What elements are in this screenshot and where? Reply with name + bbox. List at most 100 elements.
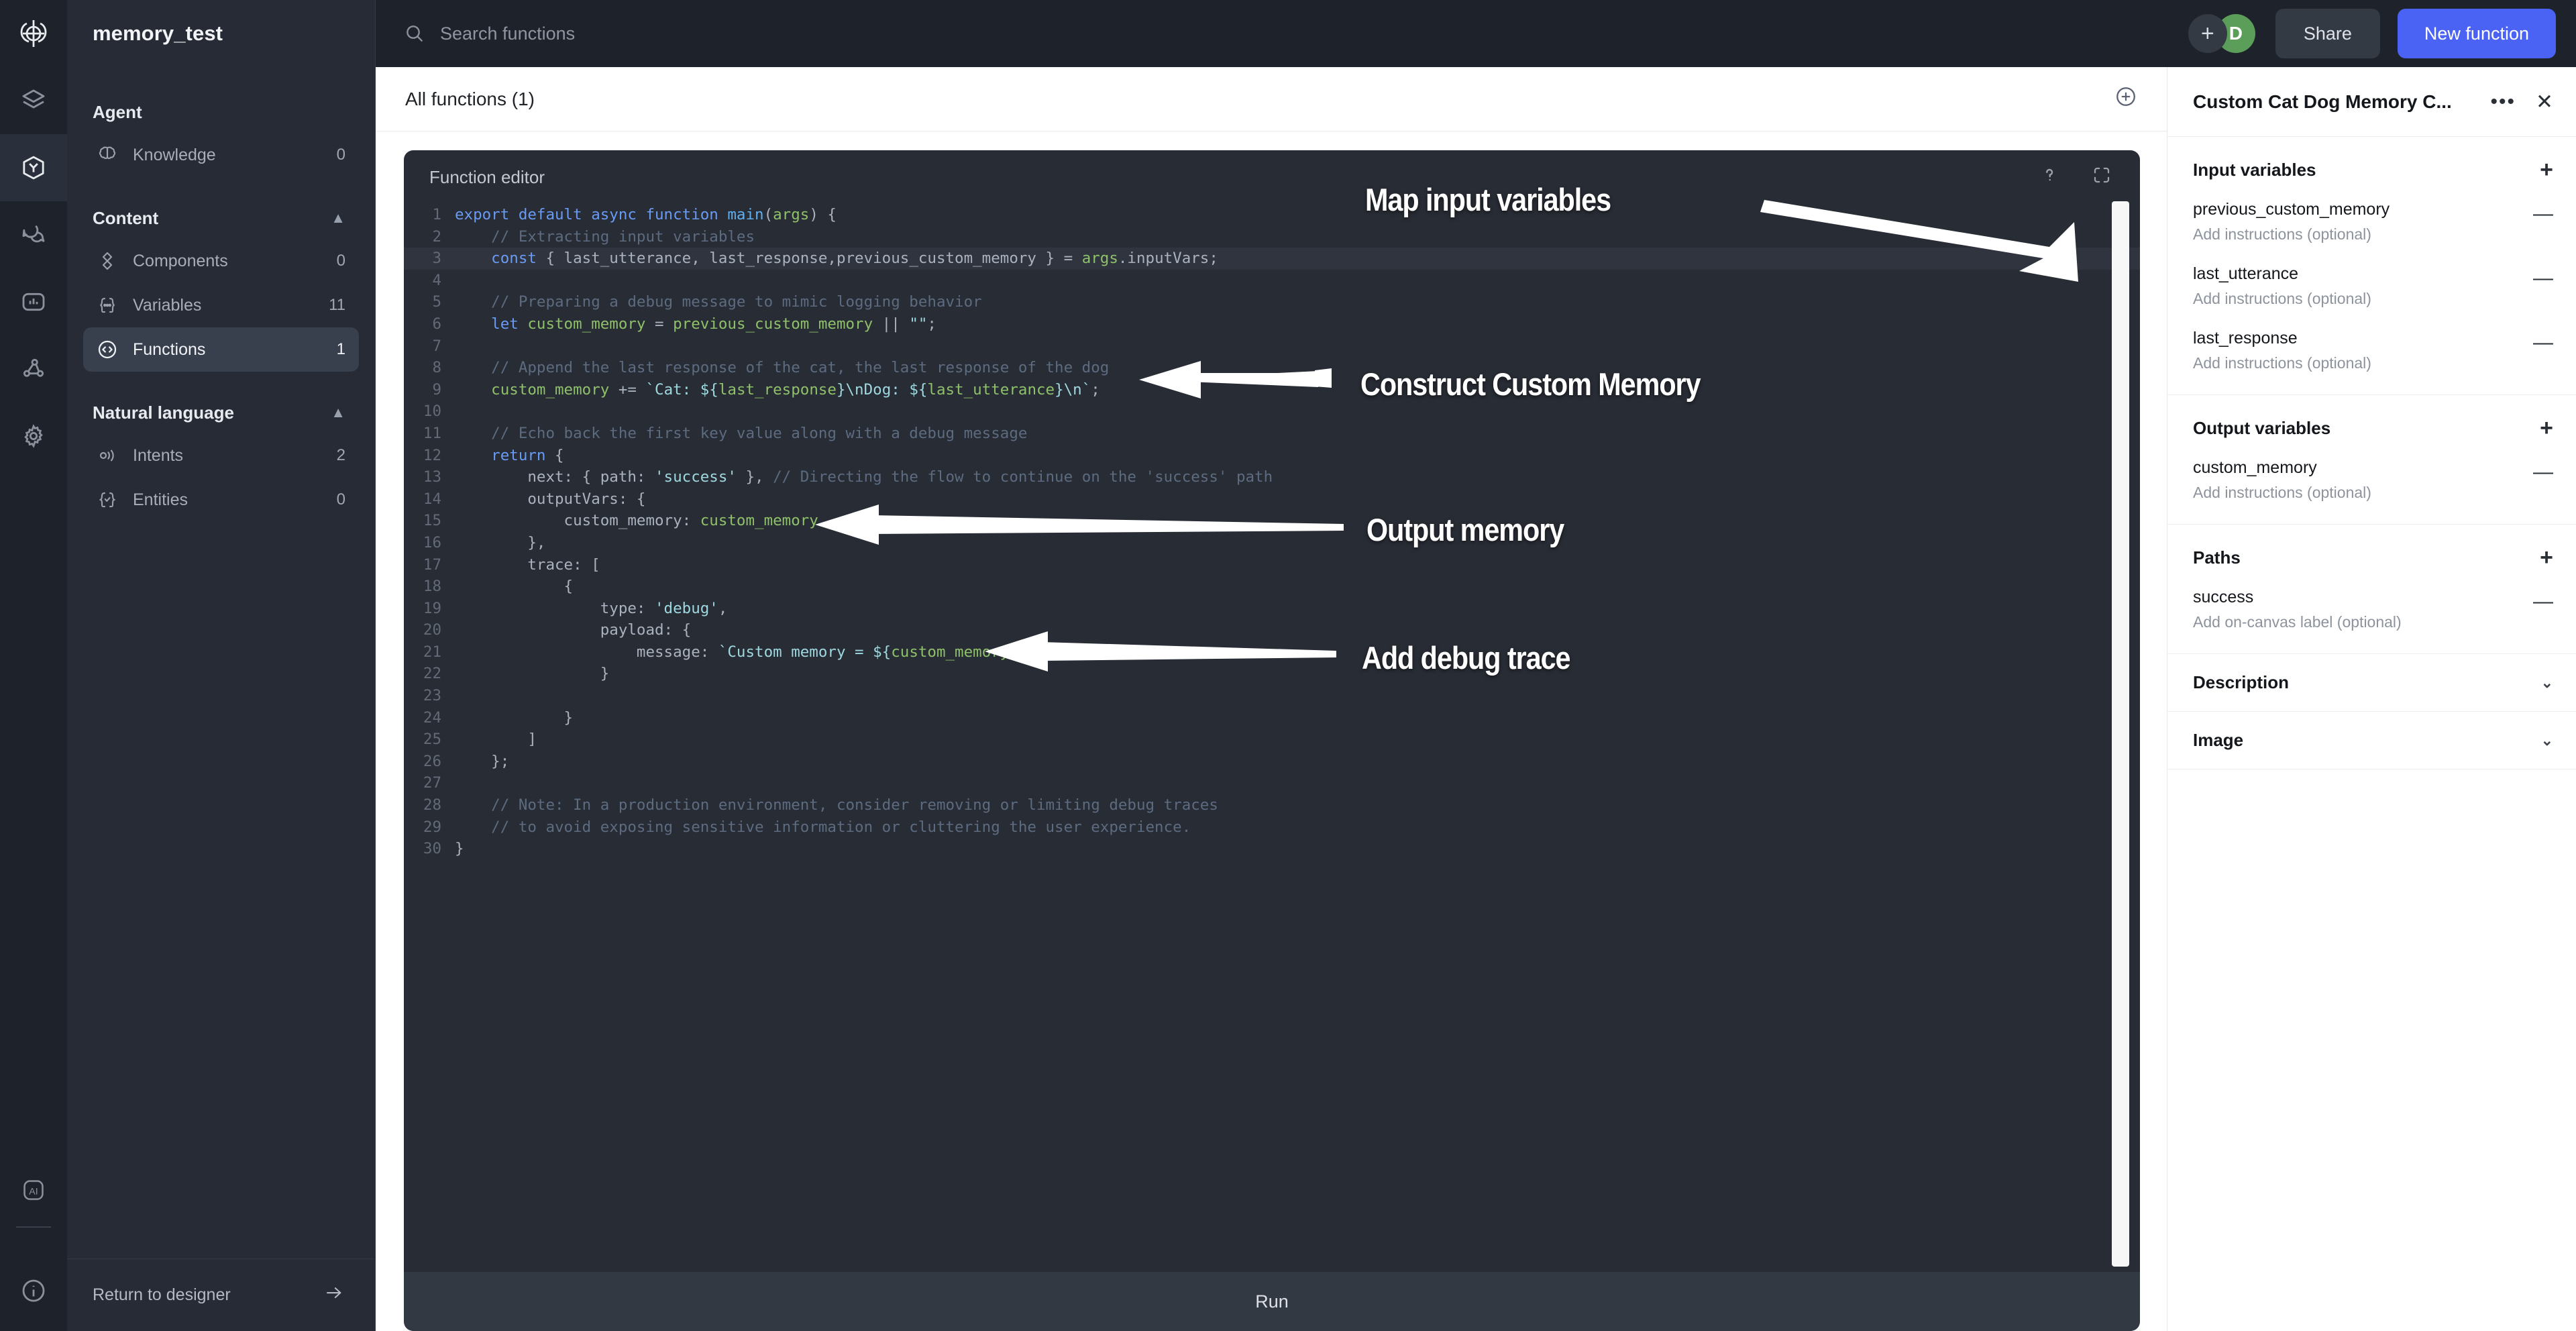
panel-section-header: Paths + [2193, 546, 2553, 569]
run-button[interactable]: Run [404, 1272, 2140, 1331]
code-editor[interactable]: 1 export default async function main(args… [404, 204, 2140, 1272]
line-number: 25 [423, 731, 441, 749]
code-line: 25 ] [404, 729, 2140, 751]
panel-row-instructions[interactable]: Add instructions (optional) [2193, 223, 2390, 246]
panel-row-instructions[interactable]: Add instructions (optional) [2193, 482, 2371, 504]
code-line-text: { [455, 578, 574, 596]
project-title: memory_test [93, 21, 223, 45]
line-number: 6 [432, 315, 441, 333]
sidebar-item-intents[interactable]: Intents 2 [83, 433, 359, 478]
minus-icon[interactable]: — [2533, 457, 2553, 484]
sidebar-item-count: 0 [336, 252, 345, 270]
sidebar-group-content[interactable]: Content ▲ [67, 197, 375, 239]
code-line: 18 { [404, 576, 2140, 598]
code-line: 2 // Extracting input variables [404, 226, 2140, 248]
question-mark-icon[interactable] [2039, 165, 2059, 190]
chevron-up-icon[interactable]: ▲ [331, 209, 345, 227]
sidebar-item-components[interactable]: Components 0 [83, 239, 359, 283]
close-icon[interactable]: ✕ [2526, 90, 2553, 114]
icon-rail: AI [0, 0, 67, 1331]
panel-sections: Input variables + previous_custom_memory Ad… [2167, 137, 2576, 655]
line-number: 19 [423, 599, 441, 617]
search-input[interactable] [440, 23, 843, 44]
line-number: 3 [432, 250, 441, 268]
line-number: 20 [423, 621, 441, 639]
minus-icon[interactable]: — [2533, 586, 2553, 613]
minus-icon[interactable]: — [2533, 327, 2553, 354]
panel-row-instructions[interactable]: Add on-canvas label (optional) [2193, 611, 2402, 633]
share-button[interactable]: Share [2275, 9, 2380, 58]
sidebar-item-knowledge[interactable]: Knowledge 0 [83, 133, 359, 177]
sidebar-item-functions[interactable]: Functions 1 [83, 327, 359, 372]
line-number: 26 [423, 752, 441, 770]
components-icon [97, 250, 127, 272]
rail-item-build[interactable] [0, 134, 67, 201]
rail-item-conversations[interactable] [0, 201, 67, 268]
new-function-button[interactable]: New function [2397, 9, 2556, 58]
info-circle-icon[interactable] [0, 1250, 67, 1331]
rail-item-integrations[interactable] [0, 335, 67, 403]
rail-item-settings[interactable] [0, 403, 67, 470]
plus-circle-icon[interactable] [2114, 85, 2137, 113]
panel-variable-row[interactable]: last_utterance Add instructions (optional… [2193, 263, 2553, 310]
ellipsis-icon[interactable]: ••• [2480, 91, 2527, 113]
sidebar-item-entities[interactable]: Entities 0 [83, 478, 359, 522]
function-editor-panel: Function editor 1 export default async f… [404, 150, 2140, 1331]
panel-collapsed-label: Image [2193, 730, 2244, 751]
rail-divider [16, 1226, 51, 1228]
code-line: 22 } [404, 663, 2140, 685]
minus-icon[interactable]: — [2533, 199, 2553, 225]
editor-header: Function editor [404, 150, 2140, 204]
add-collaborator-button[interactable]: + [2188, 14, 2227, 53]
panel-collapsed-section[interactable]: Image ⌄ [2167, 712, 2576, 770]
line-number: 24 [423, 708, 441, 727]
ai-badge-icon[interactable]: AI [0, 1157, 67, 1224]
search-container[interactable] [376, 23, 2188, 44]
code-line: 28 // Note: In a production environment,… [404, 794, 2140, 816]
code-line-text: ] [455, 731, 537, 749]
code-line: 24 } [404, 707, 2140, 729]
panel-row-name: last_utterance [2193, 264, 2299, 284]
panel-section-header: Output variables + [2193, 417, 2553, 439]
code-line-text: next: { path: 'success' }, // Directing … [455, 468, 1273, 486]
code-line-text: } [455, 665, 610, 683]
code-line: 5 // Preparing a debug message to mimic … [404, 291, 2140, 313]
sidebar-item-variables[interactable]: Variables 11 [83, 283, 359, 327]
sidebar-group-natural-language[interactable]: Natural language ▲ [67, 392, 375, 433]
return-to-designer-button[interactable]: Return to designer [67, 1259, 375, 1331]
code-line: 23 [404, 685, 2140, 707]
plus-icon[interactable]: + [2540, 546, 2553, 569]
rail-item-layers[interactable] [0, 67, 67, 134]
code-line-text: message: `Custom memory = ${custom_memor… [455, 643, 1028, 661]
panel-row-instructions[interactable]: Add instructions (optional) [2193, 352, 2371, 374]
app-root: AI memory_test Agent Knowledge 0 Content… [0, 0, 2576, 1331]
top-bar: + D Share New function [376, 0, 2576, 67]
panel-section-label: Paths [2193, 547, 2241, 568]
editor-scrollbar[interactable] [2112, 201, 2129, 1267]
panel-variable-row[interactable]: last_response Add instructions (optional)… [2193, 327, 2553, 374]
fullscreen-icon[interactable] [2092, 165, 2112, 190]
code-line-text: // Preparing a debug message to mimic lo… [455, 293, 982, 311]
panel-row-instructions[interactable]: Add instructions (optional) [2193, 288, 2371, 310]
plus-icon[interactable]: + [2540, 158, 2553, 181]
minus-icon[interactable]: — [2533, 263, 2553, 290]
panel-variable-row[interactable]: custom_memory Add instructions (optional)… [2193, 457, 2553, 504]
chevron-down-icon[interactable]: ⌄ [2541, 674, 2553, 692]
voiceflow-logo-icon[interactable] [0, 0, 67, 67]
rail-item-analytics[interactable] [0, 268, 67, 335]
code-line-text: }, [455, 533, 546, 551]
panel-collapsed-section[interactable]: Description ⌄ [2167, 654, 2576, 712]
code-line-text: // Append the last response of the cat, … [455, 359, 1110, 377]
all-functions-title: All functions (1) [405, 88, 535, 109]
svg-text:AI: AI [29, 1186, 38, 1197]
line-number: 29 [423, 818, 441, 836]
chevron-down-icon[interactable]: ⌄ [2541, 732, 2553, 749]
content-area: All functions (1) Function editor 1 expo… [376, 67, 2576, 1331]
plus-icon[interactable]: + [2540, 417, 2553, 439]
code-line-text: custom_memory: custom_memory [455, 512, 818, 530]
code-line-text: let custom_memory = previous_custom_memo… [455, 315, 936, 333]
panel-variable-row[interactable]: success Add on-canvas label (optional) — [2193, 586, 2553, 633]
chevron-up-icon[interactable]: ▲ [331, 404, 345, 421]
panel-variable-row[interactable]: previous_custom_memory Add instructions (… [2193, 199, 2553, 246]
